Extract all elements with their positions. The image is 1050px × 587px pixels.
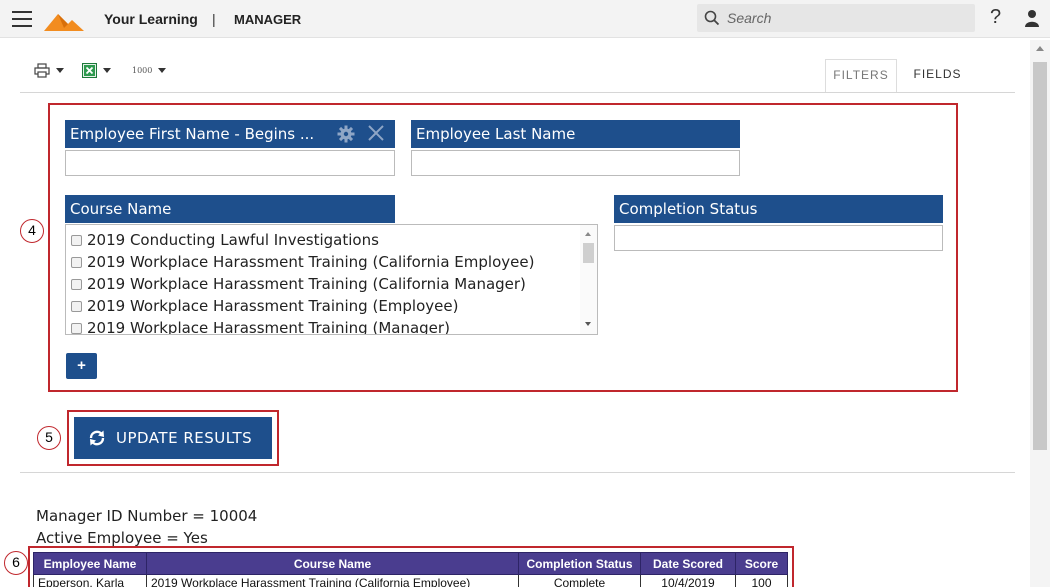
column-header[interactable]: Score — [735, 552, 788, 575]
scroll-down-icon[interactable] — [585, 322, 591, 326]
list-item[interactable]: 2019 Workplace Harassment Training (Cali… — [71, 273, 526, 295]
scroll-up-icon[interactable] — [585, 232, 591, 236]
filter-last-name-label: Employee Last Name — [416, 125, 576, 143]
column-header[interactable]: Course Name — [146, 552, 519, 575]
column-header[interactable]: Employee Name — [33, 552, 147, 575]
filter-first-name-header: Employee First Name - Begins ... — [65, 120, 395, 148]
print-button[interactable] — [34, 60, 64, 80]
active-employee-criteria: Active Employee = Yes — [36, 529, 208, 547]
chevron-down-icon — [158, 67, 167, 73]
first-name-input[interactable] — [65, 150, 395, 176]
close-icon[interactable] — [367, 124, 385, 142]
manager-id-criteria: Manager ID Number = 10004 — [36, 507, 258, 525]
callout-4: 4 — [20, 219, 44, 243]
page-size-label: 1000 — [132, 65, 153, 75]
callout-6: 6 — [4, 551, 28, 575]
course-name-cell: 2019 Workplace Harassment Training (Cali… — [146, 574, 519, 587]
score-cell: 100 — [735, 574, 788, 587]
top-bar: Your Learning | MANAGER ? — [0, 0, 1050, 38]
checkbox[interactable] — [71, 322, 82, 334]
course-option-label: 2019 Workplace Harassment Training (Mana… — [87, 319, 450, 335]
section-divider — [20, 472, 1015, 473]
last-name-input[interactable] — [411, 150, 740, 176]
update-results-button[interactable]: UPDATE RESULTS — [74, 417, 272, 459]
search-input[interactable] — [727, 8, 967, 28]
list-item[interactable]: 2019 Workplace Harassment Training (Mana… — [71, 317, 450, 335]
tab-divider — [20, 92, 1015, 93]
title-separator: | — [212, 11, 216, 27]
app-title: Your Learning — [104, 11, 198, 27]
filter-course-name-label: Course Name — [70, 200, 172, 218]
course-option-label: 2019 Workplace Harassment Training (Cali… — [87, 253, 535, 271]
menu-icon[interactable] — [12, 11, 32, 27]
course-name-list[interactable]: 2019 Conducting Lawful Investigations 20… — [65, 224, 598, 335]
checkbox[interactable] — [71, 300, 82, 312]
chevron-down-icon — [103, 67, 111, 73]
search-box[interactable] — [697, 4, 975, 32]
page-scrollbar[interactable] — [1030, 40, 1050, 587]
checkbox[interactable] — [71, 234, 82, 246]
chevron-down-icon — [56, 67, 64, 73]
column-header[interactable]: Completion Status — [518, 552, 641, 575]
list-item[interactable]: 2019 Workplace Harassment Training (Empl… — [71, 295, 458, 317]
date-scored-cell: 10/4/2019 — [640, 574, 736, 587]
add-filter-button[interactable]: + — [66, 353, 97, 379]
gear-icon[interactable] — [337, 125, 355, 143]
table-header-row: Employee Name Course Name Completion Sta… — [33, 552, 788, 575]
filter-completion-status-header: Completion Status — [614, 195, 943, 223]
results-table: Employee Name Course Name Completion Sta… — [33, 552, 788, 587]
help-icon[interactable]: ? — [990, 6, 1001, 29]
course-option-label: 2019 Workplace Harassment Training (Empl… — [87, 297, 459, 315]
filter-first-name-label: Employee First Name - Begins ... — [70, 125, 315, 143]
refresh-icon — [89, 430, 105, 446]
completion-status-input[interactable] — [614, 225, 943, 251]
search-icon — [704, 10, 720, 26]
tab-filters[interactable]: FILTERS — [825, 59, 897, 93]
table-row: Epperson, Karla 2019 Workplace Harassmen… — [33, 574, 788, 587]
scrollbar-thumb[interactable] — [1033, 62, 1047, 450]
update-results-label: UPDATE RESULTS — [116, 429, 253, 447]
course-option-label: 2019 Workplace Harassment Training (Cali… — [87, 275, 526, 293]
filter-completion-status-label: Completion Status — [619, 200, 758, 218]
excel-icon — [82, 62, 97, 78]
role-label: MANAGER — [234, 12, 302, 27]
filter-last-name-header: Employee Last Name — [411, 120, 740, 148]
completion-status-cell: Complete — [518, 574, 641, 587]
checkbox[interactable] — [71, 256, 82, 268]
user-icon[interactable] — [1024, 9, 1040, 27]
column-header[interactable]: Date Scored — [640, 552, 736, 575]
callout-5: 5 — [37, 426, 61, 450]
filter-course-name-header: Course Name — [65, 195, 395, 223]
printer-icon — [34, 62, 50, 78]
scroll-up-icon[interactable] — [1036, 46, 1044, 51]
logo-icon[interactable] — [44, 7, 92, 33]
list-item[interactable]: 2019 Conducting Lawful Investigations — [71, 229, 379, 251]
tab-fields[interactable]: FIELDS — [900, 59, 975, 91]
employee-name-cell: Epperson, Karla — [33, 574, 147, 587]
export-excel-button[interactable] — [82, 60, 111, 80]
course-option-label: 2019 Conducting Lawful Investigations — [87, 231, 379, 249]
scrollbar-thumb[interactable] — [583, 243, 594, 263]
list-item[interactable]: 2019 Workplace Harassment Training (Cali… — [71, 251, 534, 273]
course-list-scrollbar[interactable] — [580, 225, 597, 334]
checkbox[interactable] — [71, 278, 82, 290]
page-size-button[interactable]: 1000 — [132, 60, 167, 80]
